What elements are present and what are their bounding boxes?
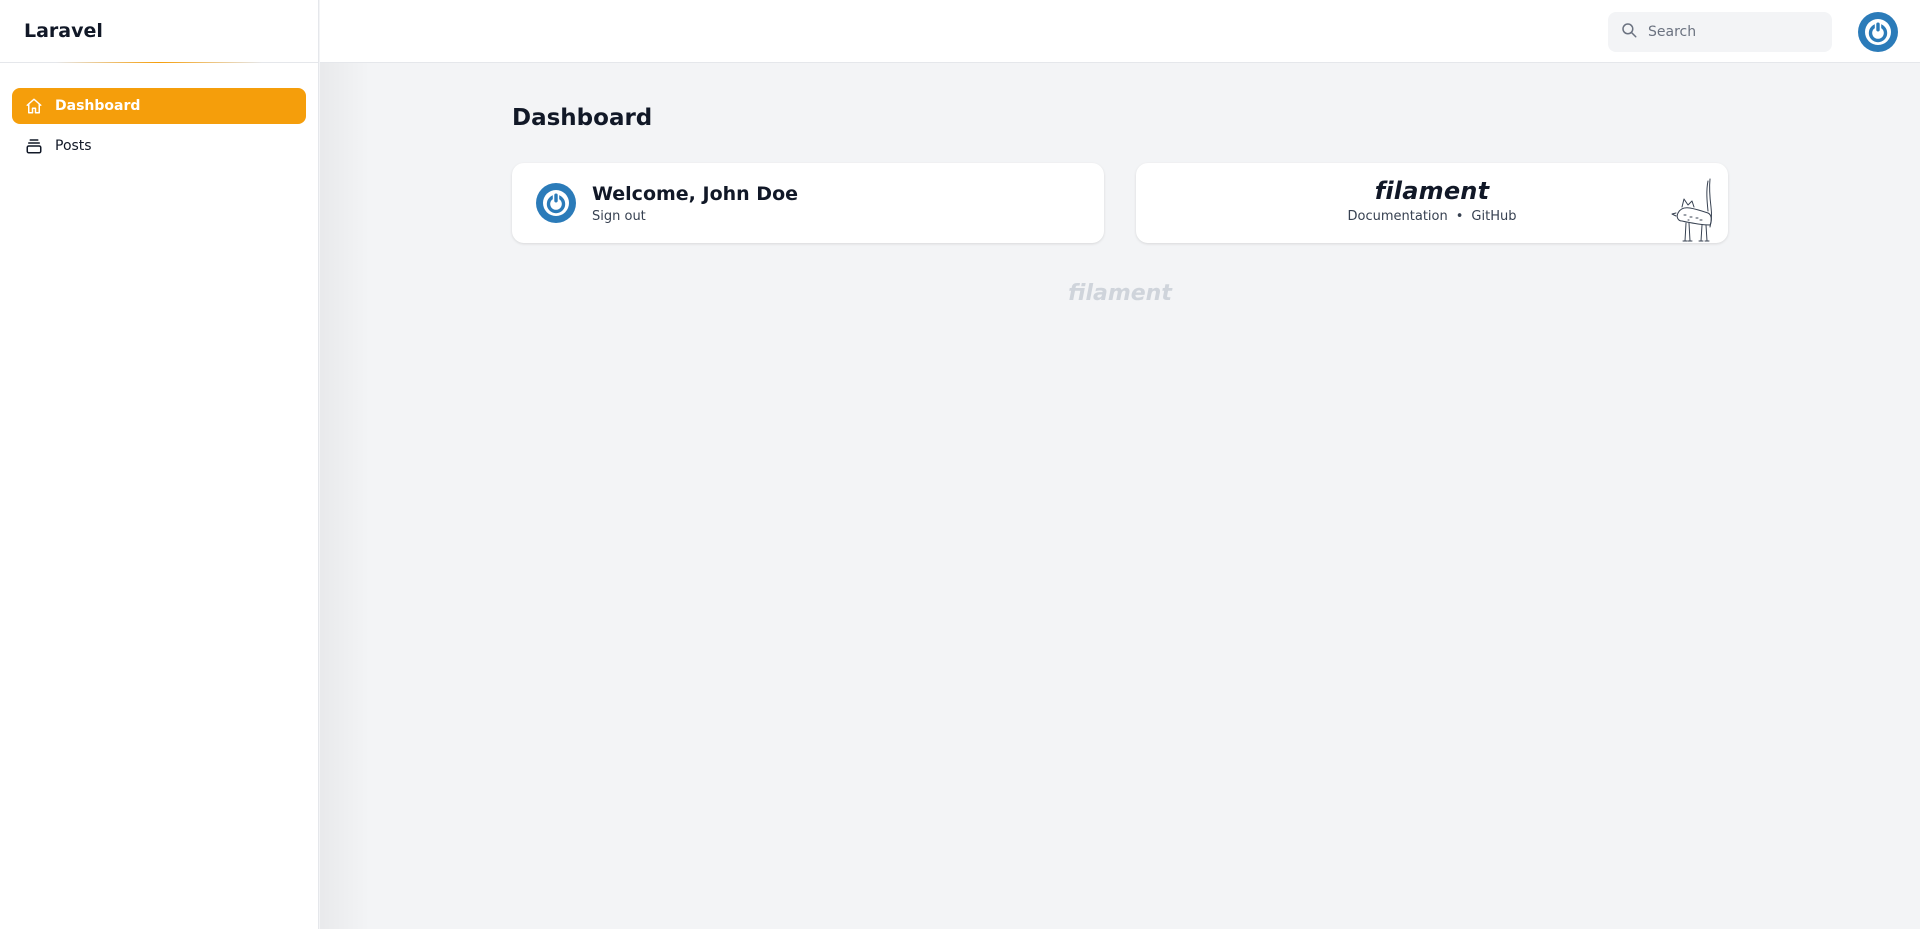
sidebar-item-label: Dashboard [55, 98, 141, 114]
welcome-title: Welcome, John Doe [592, 182, 799, 205]
welcome-widget: Welcome, John Doe Sign out [512, 163, 1104, 243]
documentation-link[interactable]: Documentation [1348, 209, 1448, 224]
sidebar-item-label: Posts [55, 138, 92, 154]
main-content: Dashboard Welcome, John Doe Sign out fil… [512, 63, 1728, 306]
sign-out-link[interactable]: Sign out [592, 209, 646, 224]
link-separator: • [1455, 209, 1464, 224]
home-icon [24, 96, 44, 116]
power-icon [1858, 12, 1898, 52]
collection-icon [24, 136, 44, 156]
search-input[interactable] [1648, 24, 1818, 40]
user-avatar-button[interactable] [1858, 12, 1898, 52]
footer-filament-logo: filament [1068, 281, 1172, 306]
sidebar-shadow [320, 63, 370, 929]
filament-links: Documentation • GitHub [1136, 209, 1728, 224]
cat-illustration-icon [1671, 178, 1712, 242]
github-link[interactable]: GitHub [1471, 209, 1516, 224]
brand-name[interactable]: Laravel [0, 0, 318, 63]
filament-info-widget: filament Documentation • GitHub [1136, 163, 1728, 243]
welcome-text: Welcome, John Doe Sign out [592, 183, 798, 224]
sidebar-nav: Dashboard Posts [0, 63, 318, 193]
topbar [320, 0, 1920, 63]
search-icon [1620, 21, 1638, 43]
search-box[interactable] [1608, 12, 1832, 52]
filament-logo[interactable]: filament [1136, 177, 1728, 205]
widgets-row: Welcome, John Doe Sign out filament Docu… [512, 163, 1728, 243]
app-root: Laravel Dashboard Posts Search Dashboard… [0, 0, 1920, 929]
page-title: Dashboard [512, 105, 653, 131]
power-icon [536, 183, 576, 223]
sidebar-item-posts[interactable]: Posts [12, 128, 306, 164]
sidebar: Laravel Dashboard Posts [0, 0, 319, 929]
user-avatar [536, 183, 576, 223]
sidebar-item-dashboard[interactable]: Dashboard [12, 88, 306, 124]
